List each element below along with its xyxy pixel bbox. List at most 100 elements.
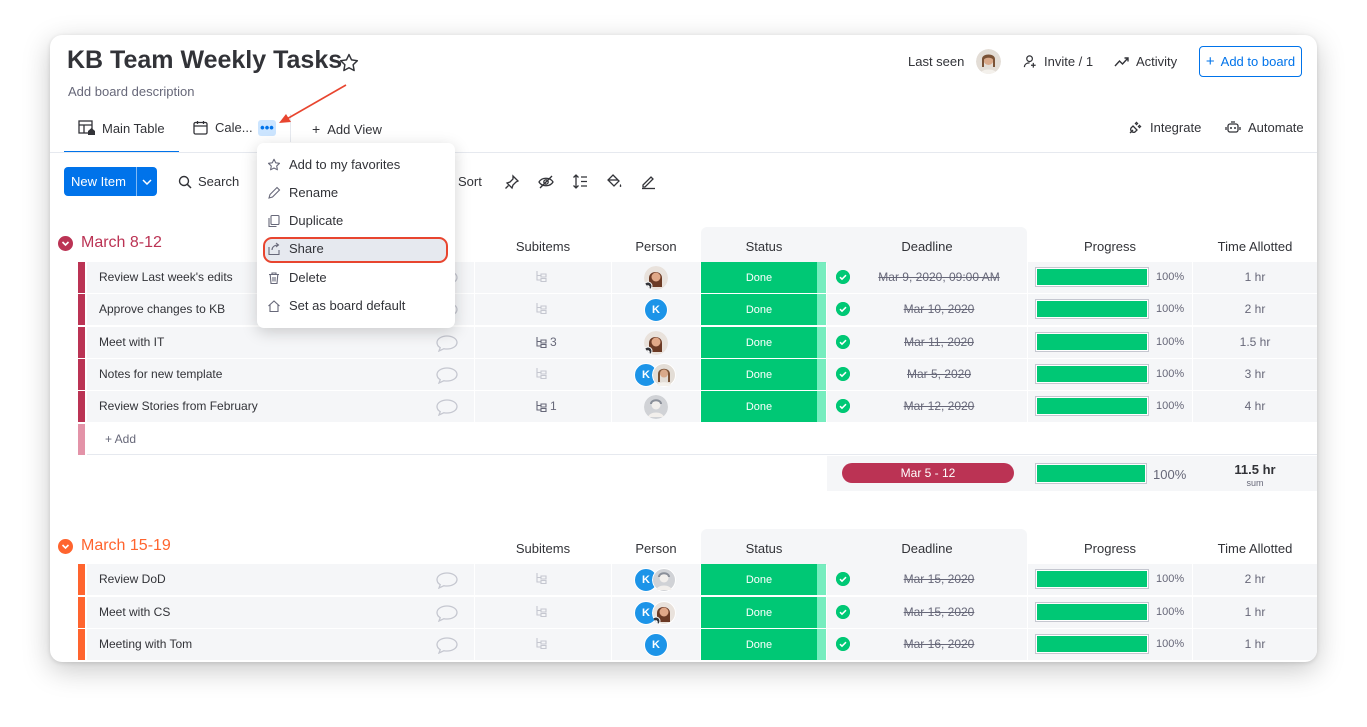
menu-item-set-default[interactable]: Set as board default <box>267 298 405 313</box>
person-avatar[interactable] <box>652 363 676 387</box>
subitems-cell[interactable] <box>475 564 611 595</box>
new-item-button[interactable]: New Item <box>64 167 157 196</box>
deadline-cell[interactable]: Mar 15, 2020 <box>827 564 1027 595</box>
column-header-status[interactable]: Status <box>701 541 827 556</box>
person-avatar-k[interactable]: K <box>644 633 668 657</box>
status-cell[interactable]: Done <box>701 629 817 660</box>
item-name[interactable]: Review DoD <box>99 572 166 586</box>
person-cell[interactable]: K <box>612 564 700 595</box>
person-cell[interactable]: K <box>612 629 700 660</box>
search-button[interactable]: Search <box>178 174 239 189</box>
paint-bucket-icon[interactable] <box>606 173 623 190</box>
item-name[interactable]: Review Stories from February <box>99 399 258 413</box>
time-cell[interactable]: 2 hr <box>1193 564 1317 595</box>
column-header-progress[interactable]: Progress <box>1028 541 1192 556</box>
group-header-march-15-19[interactable]: March 15-19 <box>58 537 171 555</box>
time-cell[interactable]: 2 hr <box>1193 294 1317 325</box>
deadline-cell[interactable]: Mar 10, 2020 <box>827 294 1027 325</box>
automate-button[interactable]: Automate <box>1225 120 1304 135</box>
subitems-cell[interactable] <box>475 597 611 628</box>
chat-bubble-icon[interactable] <box>435 636 459 654</box>
person-avatar[interactable] <box>652 568 676 592</box>
tab-options-button[interactable]: ••• <box>258 120 276 136</box>
add-item-row[interactable]: + Add <box>87 424 1317 455</box>
person-cell[interactable]: K <box>612 359 700 390</box>
subitems-cell[interactable]: 1 <box>475 391 611 422</box>
column-header-person[interactable]: Person <box>612 239 700 254</box>
star-icon[interactable] <box>338 52 360 74</box>
table-row[interactable]: Meet with CS K Done Mar 15, 2020 100% 1 … <box>78 597 1317 628</box>
chat-bubble-icon[interactable] <box>435 604 459 622</box>
subitems-cell[interactable] <box>475 629 611 660</box>
item-name[interactable]: Notes for new template <box>99 367 222 381</box>
item-name[interactable]: Meet with IT <box>99 335 164 349</box>
person-cell[interactable] <box>612 262 700 293</box>
item-name[interactable]: Meeting with Tom <box>99 637 192 651</box>
subitems-cell[interactable] <box>475 294 611 325</box>
status-cell[interactable]: Done <box>701 262 817 293</box>
menu-item-delete[interactable]: Delete <box>267 270 327 285</box>
person-cell[interactable]: K <box>612 597 700 628</box>
person-avatar[interactable] <box>644 395 668 419</box>
person-cell[interactable] <box>612 327 700 358</box>
name-cell[interactable]: Review DoD <box>87 564 474 595</box>
column-header-deadline[interactable]: Deadline <box>827 239 1027 254</box>
time-cell[interactable]: 4 hr <box>1193 391 1317 422</box>
subitems-cell[interactable] <box>475 359 611 390</box>
add-to-board-button[interactable]: + Add to board <box>1199 46 1302 77</box>
table-row[interactable]: Meet with IT 3 Done Mar 11, 2020 100% 1.… <box>78 327 1317 358</box>
deadline-cell[interactable]: Mar 15, 2020 <box>827 597 1027 628</box>
chat-bubble-icon[interactable] <box>435 571 459 589</box>
menu-item-rename[interactable]: Rename <box>267 185 338 200</box>
column-header-status[interactable]: Status <box>701 239 827 254</box>
menu-item-duplicate[interactable]: Duplicate <box>267 213 343 228</box>
deadline-summary-pill[interactable]: Mar 5 - 12 <box>842 463 1014 483</box>
menu-item-share[interactable]: Share <box>267 241 324 256</box>
name-cell[interactable]: Meet with IT <box>87 327 474 358</box>
name-cell[interactable]: Notes for new template <box>87 359 474 390</box>
user-avatar[interactable] <box>976 49 1001 74</box>
status-cell[interactable]: Done <box>701 597 817 628</box>
deadline-cell[interactable]: Mar 11, 2020 <box>827 327 1027 358</box>
deadline-cell[interactable]: Mar 9, 2020, 09:00 AM <box>827 262 1027 293</box>
activity-button[interactable]: Activity <box>1114 54 1177 69</box>
column-header-time[interactable]: Time Allotted <box>1193 239 1317 254</box>
pin-icon[interactable] <box>504 174 520 190</box>
subitems-cell[interactable] <box>475 262 611 293</box>
status-cell[interactable]: Done <box>701 294 817 325</box>
time-cell[interactable]: 1 hr <box>1193 629 1317 660</box>
deadline-cell[interactable]: Mar 12, 2020 <box>827 391 1027 422</box>
person-avatar[interactable] <box>644 331 668 355</box>
person-avatar-k[interactable]: K <box>644 298 668 322</box>
chat-bubble-icon[interactable] <box>435 398 459 416</box>
table-row[interactable]: Review DoD K Done Mar 15, 2020 100% 2 hr <box>78 564 1317 595</box>
collapse-chevron-icon[interactable] <box>58 538 73 554</box>
table-row[interactable]: Review Stories from February 1 Done Mar … <box>78 391 1317 422</box>
status-cell[interactable]: Done <box>701 327 817 358</box>
group-header-march-8-12[interactable]: March 8-12 <box>58 234 162 252</box>
column-header-person[interactable]: Person <box>612 541 700 556</box>
chat-bubble-icon[interactable] <box>435 366 459 384</box>
person-avatar[interactable] <box>644 266 668 290</box>
menu-item-favorites[interactable]: Add to my favorites <box>267 157 400 172</box>
chat-bubble-icon[interactable] <box>435 334 459 352</box>
add-item-label[interactable]: + Add <box>105 432 136 446</box>
table-row[interactable]: Notes for new template K Done Mar 5, 202… <box>78 359 1317 390</box>
hide-icon[interactable] <box>538 175 554 189</box>
name-cell[interactable]: Meeting with Tom <box>87 629 474 660</box>
time-cell[interactable]: 3 hr <box>1193 359 1317 390</box>
column-header-progress[interactable]: Progress <box>1028 239 1192 254</box>
person-avatar[interactable] <box>652 601 676 625</box>
collapse-chevron-icon[interactable] <box>58 235 73 251</box>
integrate-button[interactable]: Integrate <box>1128 120 1201 135</box>
person-cell[interactable] <box>612 391 700 422</box>
chevron-down-icon[interactable] <box>137 178 157 185</box>
format-pen-icon[interactable] <box>640 173 657 190</box>
time-cell[interactable]: 1 hr <box>1193 597 1317 628</box>
status-cell[interactable]: Done <box>701 359 817 390</box>
time-cell[interactable]: 1.5 hr <box>1193 327 1317 358</box>
subitems-cell[interactable]: 3 <box>475 327 611 358</box>
group-title[interactable]: March 8-12 <box>81 234 162 252</box>
item-name[interactable]: Meet with CS <box>99 605 170 619</box>
status-cell[interactable]: Done <box>701 391 817 422</box>
